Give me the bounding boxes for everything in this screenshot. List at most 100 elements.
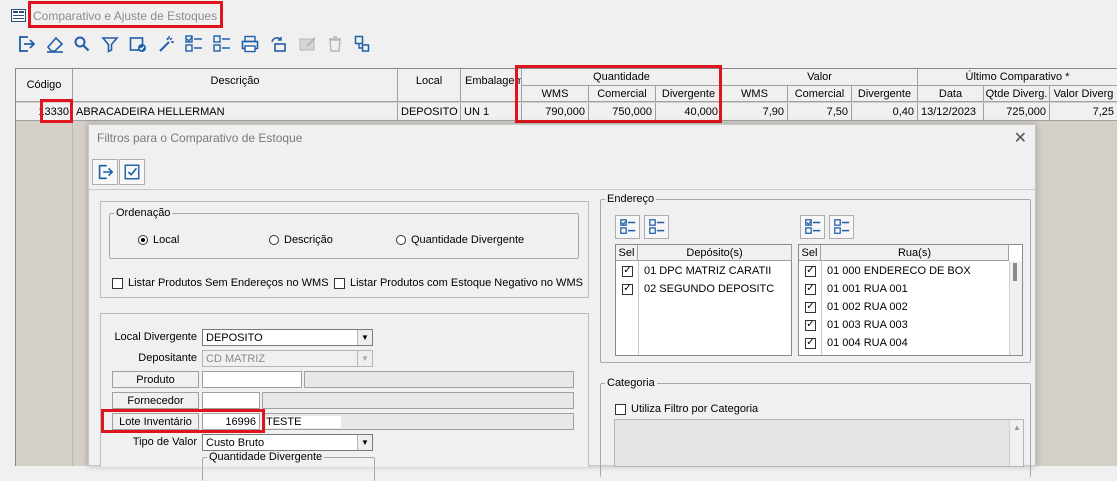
rua-row[interactable]: ✓ 01 000 ENDERECO DE BOX xyxy=(799,262,1022,280)
dialog-exit-button[interactable] xyxy=(92,159,118,185)
col-header-qtd-divergente[interactable]: Divergente xyxy=(656,86,722,102)
cell-ultimo-data[interactable]: 13/12/2023 xyxy=(918,103,984,121)
sync-inventory-icon xyxy=(270,37,286,52)
col-header-local[interactable]: Local xyxy=(398,69,461,102)
ruas-name-header: Rua(s) xyxy=(821,245,1009,261)
depositante-select[interactable]: CD MATRIZ ▼ xyxy=(202,350,373,367)
deposito-row[interactable]: ✓ 01 DPC MATRIZ CARATII xyxy=(616,262,791,280)
checkbox xyxy=(615,403,626,415)
depositos-unselect-all-button[interactable] xyxy=(644,215,669,239)
printer-icon xyxy=(241,35,258,53)
rua-row[interactable]: ✓ 01 003 RUA 003 xyxy=(799,316,1022,334)
ruas-scrollbar[interactable] xyxy=(1009,261,1022,355)
radio-ordenacao-quantidade[interactable]: Quantidade Divergente xyxy=(396,234,524,246)
ruas-select-all-button[interactable] xyxy=(800,215,825,239)
cell-local[interactable]: DEPOSITO xyxy=(398,103,461,121)
produto-lookup-button[interactable]: Produto xyxy=(112,371,199,388)
checkbox-checked[interactable]: ✓ xyxy=(622,283,633,295)
cell-ultimo-valor[interactable]: 7,25 xyxy=(1050,103,1117,121)
radio-ordenacao-descricao[interactable]: Descrição xyxy=(269,234,333,246)
search-button[interactable] xyxy=(69,32,94,56)
cell-codigo[interactable]: 13330 xyxy=(16,103,73,121)
depositos-name-header: Depósito(s) xyxy=(638,245,792,261)
chevron-down-icon: ▼ xyxy=(357,330,372,345)
cell-valor-comercial[interactable]: 7,50 xyxy=(788,103,852,121)
col-header-ultimo-valor[interactable]: Valor Diverg xyxy=(1050,86,1117,102)
col-header-qtd-comercial[interactable]: Comercial xyxy=(589,86,656,102)
col-header-valor-comercial[interactable]: Comercial xyxy=(788,86,852,102)
dialog-close-button[interactable]: ✕ xyxy=(1014,128,1027,148)
cell-valor-wms[interactable]: 7,90 xyxy=(722,103,788,121)
chevron-down-icon: ▼ xyxy=(357,351,372,366)
checkbox-checked[interactable]: ✓ xyxy=(805,337,816,349)
rua-row[interactable]: ✓ 01 004 RUA 004 xyxy=(799,334,1022,352)
dialog-separator xyxy=(89,189,1035,190)
col-header-qtd-wms[interactable]: WMS xyxy=(522,86,589,102)
checkbox-checked[interactable]: ✓ xyxy=(805,265,816,277)
col-header-ultimo-data[interactable]: Data xyxy=(918,86,984,102)
ruas-list: Sel Rua(s) ✓ 01 000 ENDERECO DE BOX ✓ 01… xyxy=(798,244,1023,356)
col-header-valor-divergente[interactable]: Divergente xyxy=(852,86,918,102)
lote-inventario-input[interactable]: 16996 xyxy=(202,413,260,430)
depositos-list: Sel Depósito(s) ✓ 01 DPC MATRIZ CARATII … xyxy=(615,244,792,356)
delete-button-disabled[interactable] xyxy=(322,32,347,56)
checkbox xyxy=(112,277,123,289)
tipo-valor-select[interactable]: Custo Bruto ▼ xyxy=(202,434,373,451)
scrollbar-thumb[interactable] xyxy=(1013,263,1017,281)
cell-qtd-comercial[interactable]: 750,000 xyxy=(589,103,656,121)
depositos-select-all-button[interactable] xyxy=(615,215,640,239)
col-header-valor-wms[interactable]: WMS xyxy=(722,86,788,102)
uncheck-list-icon xyxy=(648,219,664,234)
col-header-ultimo-qtde[interactable]: Qtde Diverg. xyxy=(984,86,1050,102)
cell-embalagem[interactable]: UN 1 xyxy=(461,103,522,121)
fornecedor-lookup-button[interactable]: Fornecedor xyxy=(112,392,199,409)
calendar-check-button[interactable] xyxy=(125,32,150,56)
col-header-descricao[interactable]: Descrição xyxy=(73,69,398,102)
produto-code-input[interactable] xyxy=(202,371,302,388)
edit-button-disabled[interactable] xyxy=(295,32,320,56)
radio-dot xyxy=(269,235,279,245)
checkbox-checked[interactable]: ✓ xyxy=(805,301,816,313)
print-button[interactable] xyxy=(237,32,262,56)
unselect-all-button[interactable] xyxy=(209,32,234,56)
scroll-up-icon[interactable]: ▲ xyxy=(1013,423,1021,432)
cell-valor-divergente[interactable]: 0,40 xyxy=(852,103,918,121)
check-sem-enderecos[interactable]: Listar Produtos Sem Endereços no WMS xyxy=(112,277,329,289)
clear-button[interactable] xyxy=(42,32,67,56)
col-header-embalagem[interactable]: Embalagem xyxy=(461,69,522,102)
lote-inventario-button[interactable]: Lote Inventário xyxy=(112,413,199,430)
transfer-button[interactable] xyxy=(350,32,375,56)
cell-descricao[interactable]: ABRACADEIRA HELLERMAN xyxy=(73,103,398,121)
radio-ordenacao-local[interactable]: Local xyxy=(138,234,179,246)
exit-button[interactable] xyxy=(13,32,38,56)
cell-qtd-divergente[interactable]: 40,000 xyxy=(656,103,722,121)
uncheck-list-icon xyxy=(833,219,849,234)
ruas-unselect-all-button[interactable] xyxy=(829,215,854,239)
checkbox-checked[interactable]: ✓ xyxy=(805,283,816,295)
deposito-row[interactable]: ✓ 02 SEGUNDO DEPOSITC xyxy=(616,280,791,298)
local-divergente-select[interactable]: DEPOSITO ▼ xyxy=(202,329,373,346)
filter-button[interactable] xyxy=(97,32,122,56)
dialog-confirm-button[interactable] xyxy=(119,159,145,185)
rua-row[interactable]: ✓ 01 001 RUA 001 xyxy=(799,280,1022,298)
sync-inventory-button[interactable] xyxy=(265,32,290,56)
cell-ultimo-qtde[interactable]: 725,000 xyxy=(984,103,1050,121)
categoria-scrollbar[interactable]: ▲ xyxy=(1009,420,1023,466)
checkbox-checked[interactable]: ✓ xyxy=(805,319,816,331)
select-all-button[interactable] xyxy=(181,32,206,56)
radio-label: Quantidade Divergente xyxy=(411,234,525,246)
radio-label: Descrição xyxy=(284,234,333,246)
produto-description-field xyxy=(304,371,574,388)
endereco-panel: Endereço Sel Depósito(s) ✓ 01 DPC MATRIZ… xyxy=(600,193,1031,364)
check-utiliza-categoria[interactable]: Utiliza Filtro por Categoria xyxy=(615,403,758,415)
checkbox-checked[interactable]: ✓ xyxy=(622,265,633,277)
disabled-delete-icon xyxy=(328,36,341,52)
exit-icon xyxy=(98,164,114,180)
rua-row[interactable]: ✓ 01 002 RUA 002 xyxy=(799,298,1022,316)
col-header-codigo[interactable]: Código xyxy=(16,69,73,102)
cell-qtd-wms[interactable]: 790,000 xyxy=(522,103,589,121)
magic-wand-button[interactable] xyxy=(153,32,178,56)
rua-label: 01 001 RUA 001 xyxy=(827,283,908,295)
fornecedor-code-input[interactable] xyxy=(202,392,260,409)
check-estoque-negativo[interactable]: Listar Produtos com Estoque Negativo no … xyxy=(334,277,583,289)
